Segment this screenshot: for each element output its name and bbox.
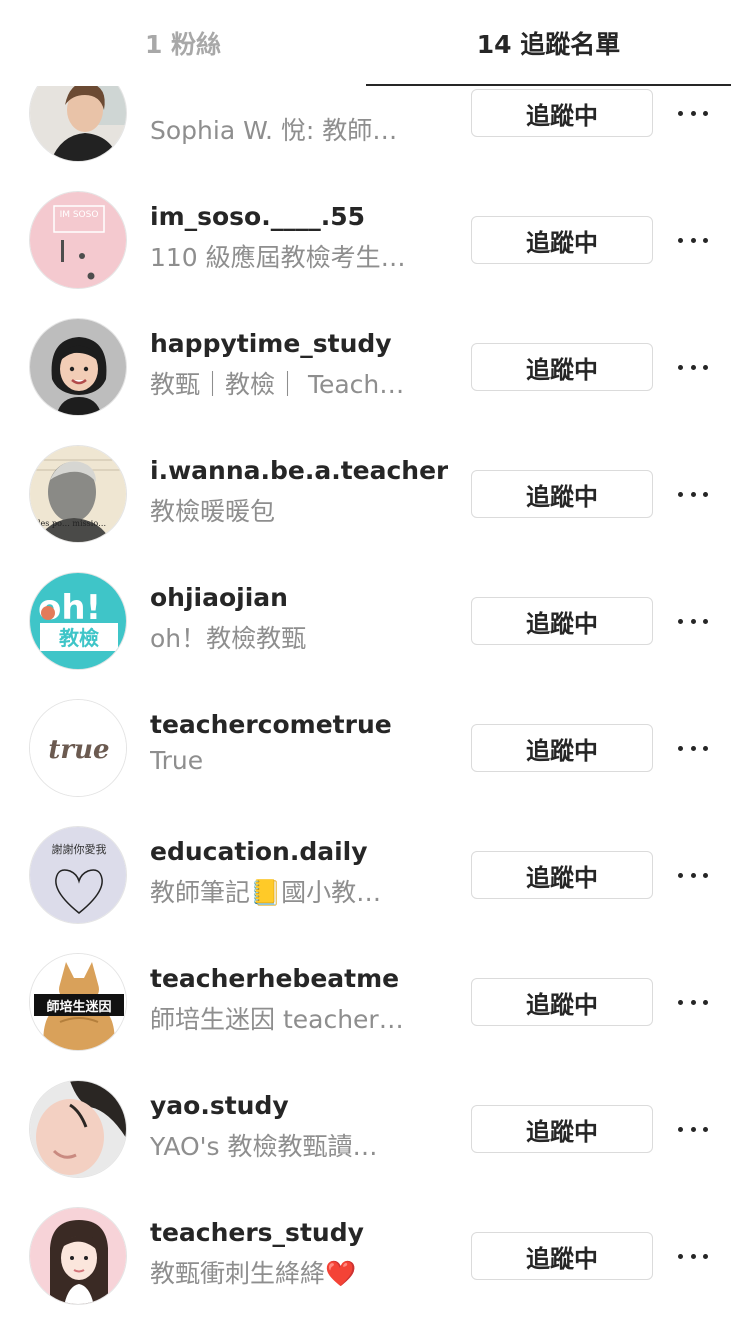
full-name: 教師筆記📒國小教… — [150, 878, 382, 907]
vintage-text: les po… missio… — [38, 519, 106, 528]
full-name: 教甄｜教檢｜ Teach… — [150, 370, 405, 399]
full-name: oh！教檢教甄 — [150, 624, 307, 653]
list-item[interactable]: oh! 教檢 ohjiaojian oh！教檢教甄 追蹤中 — [0, 559, 731, 686]
following-button[interactable]: 追蹤中 — [471, 851, 653, 899]
following-button[interactable]: 追蹤中 — [471, 978, 653, 1026]
full-name: YAO's 教檢教甄讀… — [150, 1132, 378, 1161]
list-item[interactable]: teachers_study 教甄衝刺生絳絳❤️ 追蹤中 — [0, 1194, 731, 1321]
following-button[interactable]: 追蹤中 — [471, 470, 653, 518]
list-item[interactable]: yao.study YAO's 教檢教甄讀… 追蹤中 — [0, 1067, 731, 1194]
following-list: Sophia W. 悅: 教師… 追蹤中 IM SOSO im_soso.___… — [0, 0, 731, 1305]
following-button[interactable]: 追蹤中 — [471, 343, 653, 391]
full-name: 教檢暖暖包 — [150, 497, 276, 526]
imsoso-logo-icon[interactable]: IM SOSO — [29, 191, 127, 289]
list-item[interactable]: les po… missio… i.wanna.be.a.teacher 教檢暖… — [0, 432, 731, 559]
heart-sketch-icon[interactable]: 謝謝你愛我 — [29, 826, 127, 924]
sketch-text: 謝謝你愛我 — [52, 842, 107, 856]
full-name: True — [150, 746, 204, 775]
following-button[interactable]: 追蹤中 — [471, 724, 653, 772]
full-name: Sophia W. 悅: 教師… — [150, 116, 398, 145]
more-options-icon[interactable] — [678, 228, 708, 252]
doge-meme-icon[interactable]: 師培生迷因 — [29, 953, 127, 1051]
full-name: 師培生迷因 teacher… — [150, 1005, 404, 1034]
more-options-icon[interactable] — [678, 101, 708, 125]
username[interactable]: teacherhebeatme — [150, 964, 399, 993]
active-tab-indicator — [366, 84, 731, 86]
memoji-girl-icon[interactable] — [29, 318, 127, 416]
more-options-icon[interactable] — [678, 355, 708, 379]
username[interactable]: happytime_study — [150, 329, 392, 358]
following-button[interactable]: 追蹤中 — [471, 1232, 653, 1280]
more-options-icon[interactable] — [678, 736, 708, 760]
username[interactable]: ohjiaojian — [150, 583, 288, 612]
list-item[interactable]: 師培生迷因 teacherhebeatme 師培生迷因 teacher… 追蹤中 — [0, 940, 731, 1067]
following-button[interactable]: 追蹤中 — [471, 89, 653, 137]
more-options-icon[interactable] — [678, 482, 708, 506]
more-options-icon[interactable] — [678, 609, 708, 633]
more-options-icon[interactable] — [678, 1244, 708, 1268]
vintage-portrait-icon[interactable]: les po… missio… — [29, 445, 127, 543]
true-text: true — [48, 735, 109, 765]
oh-sub-text: 教檢 — [59, 626, 99, 650]
list-item[interactable]: IM SOSO im_soso.____.55 110 級應屆教檢考生… 追蹤中 — [0, 178, 731, 305]
tab-following[interactable]: 14 追蹤名單 — [366, 0, 731, 86]
cartoon-girl-icon[interactable] — [29, 1207, 127, 1305]
full-name: 教甄衝刺生絳絳❤️ — [150, 1259, 357, 1288]
list-item[interactable]: happytime_study 教甄｜教檢｜ Teach… 追蹤中 — [0, 305, 731, 432]
following-button[interactable]: 追蹤中 — [471, 216, 653, 264]
more-options-icon[interactable] — [678, 990, 708, 1014]
username[interactable]: im_soso.____.55 — [150, 202, 365, 231]
tab-bar: 1 粉絲 14 追蹤名單 — [0, 0, 731, 86]
list-item[interactable]: true teachercometrue True 追蹤中 — [0, 686, 731, 813]
username[interactable]: yao.study — [150, 1091, 289, 1120]
username[interactable]: i.wanna.be.a.teacher — [150, 456, 448, 485]
list-item[interactable]: 謝謝你愛我 education.daily 教師筆記📒國小教… 追蹤中 — [0, 813, 731, 940]
tab-followers[interactable]: 1 粉絲 — [0, 0, 366, 86]
username[interactable]: teachers_study — [150, 1218, 364, 1247]
full-name: 110 級應屆教檢考生… — [150, 243, 406, 272]
following-button[interactable]: 追蹤中 — [471, 1105, 653, 1153]
more-options-icon[interactable] — [678, 1117, 708, 1141]
following-button[interactable]: 追蹤中 — [471, 597, 653, 645]
username[interactable]: teachercometrue — [150, 710, 392, 739]
username[interactable]: education.daily — [150, 837, 368, 866]
imsoso-text: IM SOSO — [60, 210, 99, 220]
oh-logo-icon[interactable]: oh! 教檢 — [29, 572, 127, 670]
selfie-photo-icon[interactable] — [29, 1080, 127, 1178]
more-options-icon[interactable] — [678, 863, 708, 887]
doge-text: 師培生迷因 — [46, 999, 111, 1015]
true-logo-icon[interactable]: true — [29, 699, 127, 797]
